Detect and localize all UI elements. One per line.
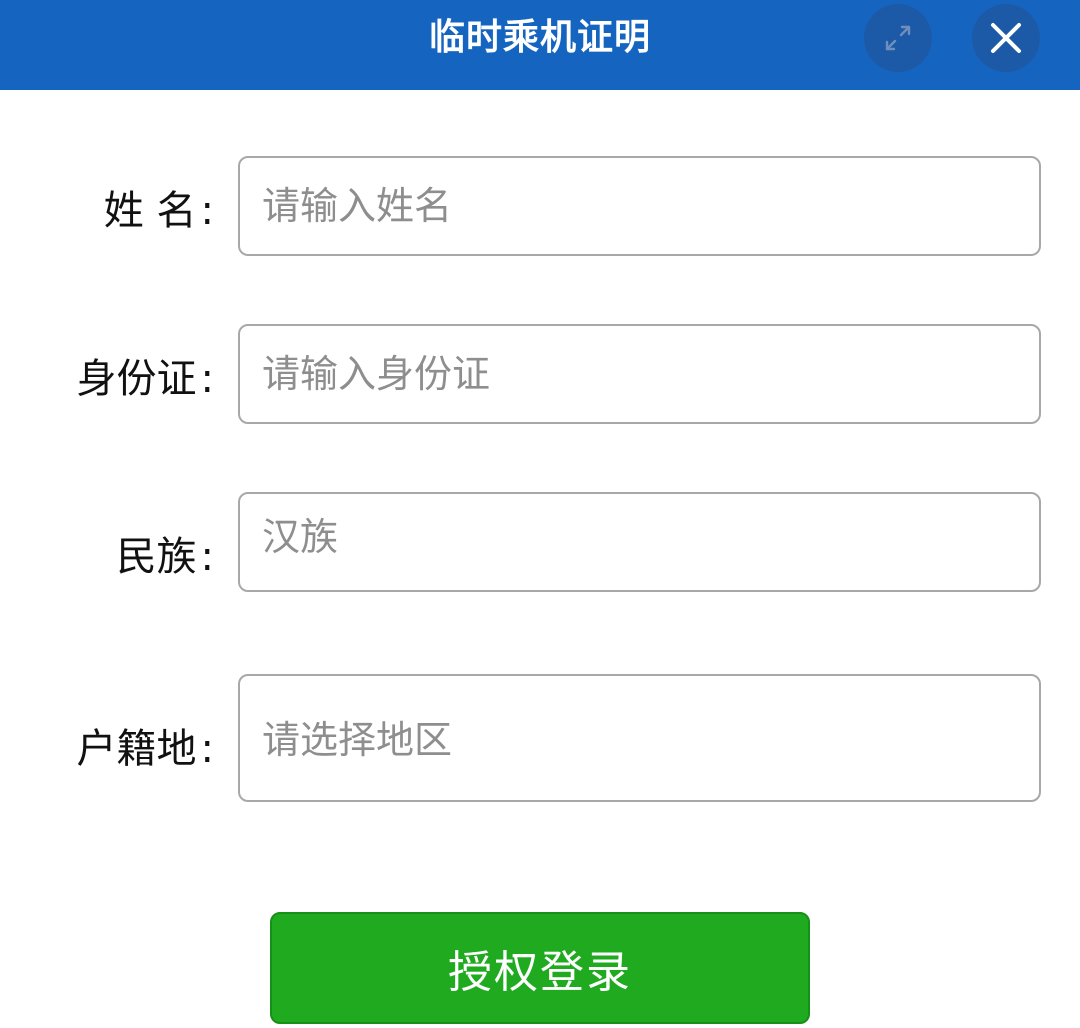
close-button[interactable] xyxy=(972,4,1040,72)
expand-arrows-icon xyxy=(885,25,911,51)
authorize-login-button[interactable]: 授权登录 xyxy=(270,912,810,1024)
name-input[interactable] xyxy=(238,156,1041,256)
id-card-label-colon: : xyxy=(200,356,214,402)
name-label: 姓 名: xyxy=(104,178,214,236)
name-label-colon: : xyxy=(200,188,214,234)
name-label-text: 姓 名 xyxy=(103,188,197,234)
title-bar: 临时乘机证明 xyxy=(0,0,1080,90)
hometown-select-placeholder: 请选择地区 xyxy=(262,717,453,762)
dialog-window: 临时乘机证明 姓 名: 身份证: xyxy=(0,0,1080,1028)
ethnicity-label: 民族: xyxy=(117,524,214,582)
ethnicity-label-colon: : xyxy=(200,534,214,580)
expand-button[interactable] xyxy=(864,4,932,72)
hometown-label-colon: : xyxy=(200,726,214,772)
id-card-label: 身份证: xyxy=(77,346,214,404)
ethnicity-label-text: 民族 xyxy=(116,534,197,580)
ethnicity-input[interactable] xyxy=(238,492,1041,592)
id-card-input[interactable] xyxy=(238,324,1041,424)
hometown-select[interactable]: 请选择地区 xyxy=(238,674,1041,802)
close-icon xyxy=(991,23,1021,53)
hometown-label: 户籍地: xyxy=(77,716,214,774)
id-card-label-text: 身份证 xyxy=(76,356,197,402)
hometown-label-text: 户籍地 xyxy=(76,726,197,772)
